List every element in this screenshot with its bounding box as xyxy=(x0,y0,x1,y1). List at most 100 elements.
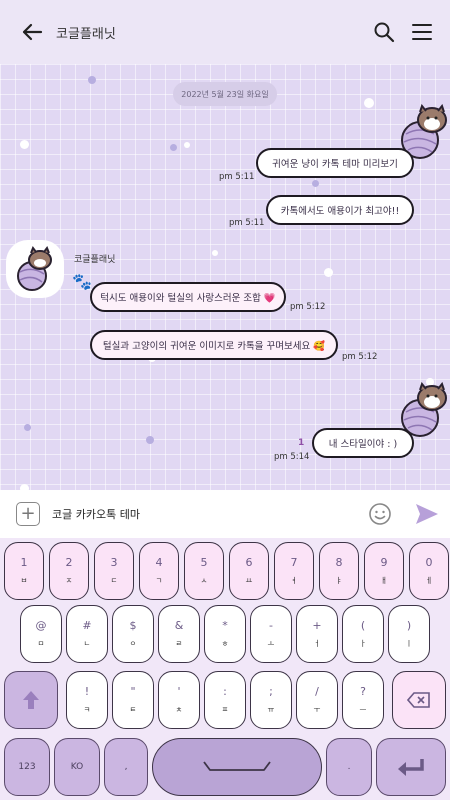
comma-key[interactable]: , xyxy=(104,738,148,796)
key[interactable]: ; ㅠ xyxy=(250,671,292,729)
unread-count: 1 xyxy=(298,438,305,448)
key[interactable]: 0ㅔ xyxy=(409,542,449,600)
key[interactable]: 3ㄷ xyxy=(94,542,134,600)
decor-dot xyxy=(184,142,190,148)
key[interactable]: 2ㅈ xyxy=(49,542,89,600)
key-symbol: + xyxy=(312,619,322,632)
key-symbol: ? xyxy=(360,685,366,698)
send-arrow-icon xyxy=(416,504,438,524)
key-symbol: 1 xyxy=(20,556,28,569)
key-jamo: ㅐ xyxy=(380,576,388,585)
decor-dot xyxy=(24,424,31,431)
comma-key-label: , xyxy=(124,762,128,772)
decor-dot xyxy=(170,144,177,151)
key-jamo: ㅛ xyxy=(245,576,253,585)
key-symbol: ! xyxy=(84,685,90,698)
send-button[interactable] xyxy=(414,502,440,526)
key[interactable]: " ㅌ xyxy=(112,671,154,729)
key[interactable]: 1ㅂ xyxy=(4,542,44,600)
key-symbol: @ xyxy=(35,619,47,632)
key[interactable]: ) ㅣ xyxy=(388,605,430,663)
enter-key[interactable] xyxy=(376,738,446,796)
emoji-button[interactable] xyxy=(368,502,392,526)
message-bubble-out[interactable]: 내 스타일이야 : ) xyxy=(312,428,414,458)
cat-yarn-avatar-icon xyxy=(17,245,52,291)
sender-name: 코글플래닛 xyxy=(74,255,116,265)
key[interactable]: & ㄹ xyxy=(158,605,200,663)
key[interactable]: $ ㅇ xyxy=(112,605,154,663)
period-key[interactable]: . xyxy=(326,738,372,796)
key-symbol: & xyxy=(174,619,184,632)
back-button[interactable] xyxy=(14,14,50,50)
date-divider: 2022년 5월 23일 화요일 xyxy=(173,82,277,106)
space-key[interactable] xyxy=(152,738,322,796)
message-bubble-out[interactable]: 카톡에서도 애용이가 최고야!! xyxy=(266,195,414,225)
attach-button[interactable]: + xyxy=(16,502,40,526)
decor-dot xyxy=(312,180,319,187)
message-text: 턱시도 애용이와 털실의 사랑스러운 조합 💗 xyxy=(100,293,276,304)
key[interactable]: ' ㅊ xyxy=(158,671,200,729)
app-header: 코글플래닛 xyxy=(0,0,450,64)
key-symbol: ) xyxy=(406,619,412,632)
space-bar-icon xyxy=(203,761,271,771)
key[interactable]: # ㄴ xyxy=(66,605,108,663)
decor-dot xyxy=(20,140,29,149)
key-jamo: ㄱ xyxy=(155,576,163,585)
language-key[interactable]: KO xyxy=(54,738,100,796)
key-symbol: # xyxy=(82,619,92,632)
message-input[interactable] xyxy=(52,504,352,524)
key-symbol: 8 xyxy=(335,556,343,569)
key-jamo: ㅑ xyxy=(335,576,343,585)
search-button[interactable] xyxy=(366,14,402,50)
menu-button[interactable] xyxy=(404,14,440,50)
shift-arrow-icon xyxy=(23,691,39,709)
key-symbol: ' xyxy=(177,685,181,698)
key[interactable]: 7ㅕ xyxy=(274,542,314,600)
decor-dot xyxy=(88,76,96,84)
keyboard: 1ㅂ2ㅈ3ㄷ4ㄱ5ㅅ6ㅛ7ㅕ8ㅑ9ㅐ0ㅔ @ ㅁ # ㄴ $ ㅇ & ㄹ * ㅎ - ㅗ + ㅓ(ㅏ) ㅣ … xyxy=(0,538,450,800)
message-bubble-out[interactable]: 귀여운 냥이 카톡 테마 미리보기 xyxy=(256,148,414,178)
key-symbol: * xyxy=(222,619,228,632)
key[interactable]: + ㅓ xyxy=(296,605,338,663)
key-jamo: ㄹ xyxy=(175,639,183,648)
decor-dot xyxy=(324,268,333,277)
shift-key[interactable] xyxy=(4,671,58,729)
key-symbol: : xyxy=(223,685,227,698)
numbers-key[interactable]: 123 xyxy=(4,738,50,796)
key[interactable]: * ㅎ xyxy=(204,605,246,663)
key[interactable]: / ㅜ xyxy=(296,671,338,729)
key-symbol: / xyxy=(315,685,319,698)
key-jamo: ㅔ xyxy=(425,576,433,585)
key[interactable]: 8ㅑ xyxy=(319,542,359,600)
arrow-left-icon xyxy=(22,23,43,41)
profile-avatar[interactable] xyxy=(6,240,64,298)
key[interactable]: 5ㅅ xyxy=(184,542,224,600)
key[interactable]: -ㅗ xyxy=(250,605,292,663)
key[interactable]: @ ㅁ xyxy=(20,605,62,663)
message-input-bar: + xyxy=(0,490,450,538)
key[interactable]: ! ㅋ xyxy=(66,671,108,729)
key[interactable]: (ㅏ xyxy=(342,605,384,663)
key-symbol: 3 xyxy=(110,556,118,569)
key[interactable]: ? ㅡ xyxy=(342,671,384,729)
key[interactable]: :ㅍ xyxy=(204,671,246,729)
backspace-key[interactable] xyxy=(392,671,446,729)
key-jamo: ㅂ xyxy=(20,576,28,585)
key-symbol: 0 xyxy=(425,556,433,569)
message-time: pm 5:12 xyxy=(342,352,378,362)
language-key-label: KO xyxy=(70,762,84,772)
chat-area[interactable]: 2022년 5월 23일 화요일 귀여운 냥이 카톡 테마 미리보기 pm 5:… xyxy=(0,64,450,490)
message-bubble-in[interactable]: 턱시도 애용이와 털실의 사랑스러운 조합 💗 xyxy=(90,282,286,312)
message-text: 내 스타일이야 : ) xyxy=(328,439,398,450)
key-jamo: ㅕ xyxy=(290,576,298,585)
key-jamo: ㅣ xyxy=(405,639,413,648)
key[interactable]: 4ㄱ xyxy=(139,542,179,600)
key-symbol: 5 xyxy=(200,556,208,569)
numbers-key-label: 123 xyxy=(18,762,36,772)
key-jamo: ㅋ xyxy=(83,705,91,714)
key[interactable]: 9ㅐ xyxy=(364,542,404,600)
key-jamo: ㅗ xyxy=(267,639,275,648)
decor-dot xyxy=(364,98,374,108)
message-bubble-in[interactable]: 털실과 고양이의 귀여운 이미지로 카톡을 꾸며보세요 🥰 xyxy=(90,330,338,360)
key[interactable]: 6ㅛ xyxy=(229,542,269,600)
